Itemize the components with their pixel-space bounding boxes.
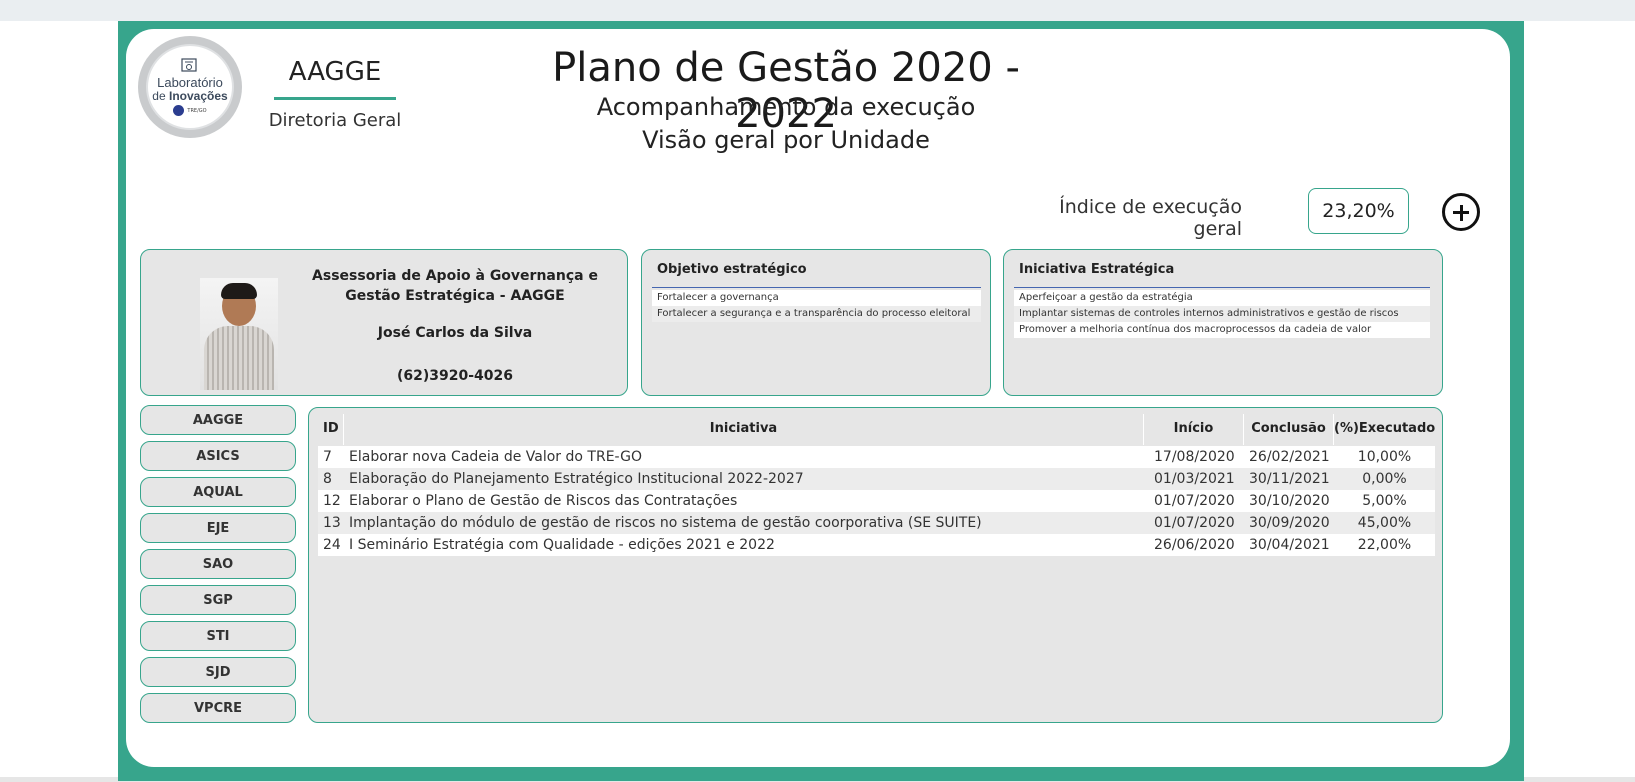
unit-code: AAGGE xyxy=(288,57,382,87)
lab-icon xyxy=(180,58,200,74)
cell-conclusao: 30/09/2020 xyxy=(1249,515,1330,531)
cell-iniciativa: Elaboração do Planejamento Estratégico I… xyxy=(349,471,804,487)
person-unit-line2: Gestão Estratégica - AAGGE xyxy=(345,288,565,304)
cell-executado: 5,00% xyxy=(1362,493,1407,509)
table-row[interactable]: 8 Elaboração do Planejamento Estratégico… xyxy=(318,468,1435,490)
indice-label: Índice de execução geral xyxy=(1059,196,1242,240)
cell-id: 24 xyxy=(323,537,341,553)
page-title: Plano de Gestão 2020 - 2022 xyxy=(552,45,1020,137)
cell-inicio: 01/07/2020 xyxy=(1154,493,1235,509)
person-unit-line1: Assessoria de Apoio à Governança e xyxy=(312,268,598,284)
nav-button-aqual[interactable]: AQUAL xyxy=(140,477,296,507)
col-header-conclusao[interactable]: Conclusão xyxy=(1244,414,1334,445)
col-header-executado[interactable]: (%)Executado xyxy=(1334,414,1435,445)
cell-conclusao: 26/02/2021 xyxy=(1249,449,1330,465)
page-subtitle-2: Visão geral por Unidade xyxy=(642,126,930,154)
cell-iniciativa: Elaborar o Plano de Gestão de Riscos das… xyxy=(349,493,738,509)
iniciativa-estrategica-title: Iniciativa Estratégica xyxy=(1019,262,1175,277)
indice-value: 23,20% xyxy=(1308,188,1409,234)
table-row[interactable]: 13 Implantação do módulo de gestão de ri… xyxy=(318,512,1435,534)
cell-executado: 45,00% xyxy=(1357,515,1412,531)
cell-conclusao: 30/10/2020 xyxy=(1249,493,1330,509)
cell-inicio: 01/07/2020 xyxy=(1154,515,1235,531)
logo-line1: Laboratório xyxy=(157,75,223,90)
logo-org: TRE/GO xyxy=(187,107,207,114)
nav-button-asics[interactable]: ASICS xyxy=(140,441,296,471)
table-row[interactable]: 12 Elaborar o Plano de Gestão de Riscos … xyxy=(318,490,1435,512)
table-row[interactable]: 7 Elaborar nova Cadeia de Valor do TRE-G… xyxy=(318,446,1435,468)
logo-line2: de Inovações xyxy=(152,89,228,103)
table-header: ID Iniciativa Início Conclusão (%)Execut… xyxy=(318,414,1435,445)
unit-underline xyxy=(274,97,396,100)
person-phone: (62)3920-4026 xyxy=(396,368,514,384)
plus-circle-icon[interactable] xyxy=(1442,193,1480,231)
col-header-id[interactable]: ID xyxy=(318,414,344,445)
report-frame: Laboratório de Inovações TRE/GO AAGGE Di… xyxy=(118,21,1524,781)
nav-button-sao[interactable]: SAO xyxy=(140,549,296,579)
cell-id: 7 xyxy=(323,449,332,465)
nav-button-aagge[interactable]: AAGGE xyxy=(140,405,296,435)
cell-iniciativa: Implantação do módulo de gestão de risco… xyxy=(349,515,982,531)
nav-button-sjd[interactable]: SJD xyxy=(140,657,296,687)
lab-inovacoes-logo: Laboratório de Inovações TRE/GO xyxy=(138,36,242,138)
report-canvas: Laboratório de Inovações TRE/GO AAGGE Di… xyxy=(126,29,1510,767)
person-card: Assessoria de Apoio à Governança e Gestã… xyxy=(140,249,628,396)
nav-button-vpcre[interactable]: VPCRE xyxy=(140,693,296,723)
nav-button-sti[interactable]: STI xyxy=(140,621,296,651)
cell-iniciativa: I Seminário Estratégia com Qualidade - e… xyxy=(349,537,775,553)
page-subtitle-1: Acompanhamento da execução xyxy=(596,93,976,121)
list-item[interactable]: Promover a melhoria contínua dos macropr… xyxy=(1014,322,1430,338)
objetivo-list: Fortalecer a governança Fortalecer a seg… xyxy=(652,290,981,322)
browser-top-bar xyxy=(0,0,1635,21)
iniciativa-estrategica-list: Aperfeiçoar a gestão da estratégia Impla… xyxy=(1014,290,1430,338)
cell-inicio: 26/06/2020 xyxy=(1154,537,1235,553)
person-photo xyxy=(200,278,278,390)
cell-id: 13 xyxy=(323,515,341,531)
cell-conclusao: 30/04/2021 xyxy=(1249,537,1330,553)
objetivo-card: Objetivo estratégico Fortalecer a govern… xyxy=(641,249,991,396)
iniciativa-estrategica-card: Iniciativa Estratégica Aperfeiçoar a ges… xyxy=(1003,249,1443,396)
person-name: José Carlos da Silva xyxy=(377,325,533,341)
cell-executado: 10,00% xyxy=(1357,449,1412,465)
table-row[interactable]: 24 I Seminário Estratégia com Qualidade … xyxy=(318,534,1435,556)
unit-subtitle: Diretoria Geral xyxy=(268,110,402,131)
list-item[interactable]: Fortalecer a governança xyxy=(652,290,981,306)
tre-go-emblem-icon xyxy=(173,105,185,116)
list-item[interactable]: Fortalecer a segurança e a transparência… xyxy=(652,306,981,322)
cell-iniciativa: Elaborar nova Cadeia de Valor do TRE-GO xyxy=(349,449,642,465)
cell-conclusao: 30/11/2021 xyxy=(1249,471,1330,487)
cell-id: 12 xyxy=(323,493,341,509)
list-item[interactable]: Aperfeiçoar a gestão da estratégia xyxy=(1014,290,1430,306)
table-body: 7 Elaborar nova Cadeia de Valor do TRE-G… xyxy=(318,446,1435,556)
nav-button-sgp[interactable]: SGP xyxy=(140,585,296,615)
list-item[interactable]: Implantar sistemas de controles internos… xyxy=(1014,306,1430,322)
cell-executado: 0,00% xyxy=(1362,471,1407,487)
iniciativas-table: ID Iniciativa Início Conclusão (%)Execut… xyxy=(308,407,1443,723)
col-header-iniciativa[interactable]: Iniciativa xyxy=(344,414,1144,445)
cell-executado: 22,00% xyxy=(1357,537,1412,553)
objetivo-title: Objetivo estratégico xyxy=(657,262,807,277)
col-header-inicio[interactable]: Início xyxy=(1144,414,1244,445)
cell-inicio: 01/03/2021 xyxy=(1154,471,1235,487)
nav-button-eje[interactable]: EJE xyxy=(140,513,296,543)
cell-id: 8 xyxy=(323,471,332,487)
cell-inicio: 17/08/2020 xyxy=(1154,449,1235,465)
